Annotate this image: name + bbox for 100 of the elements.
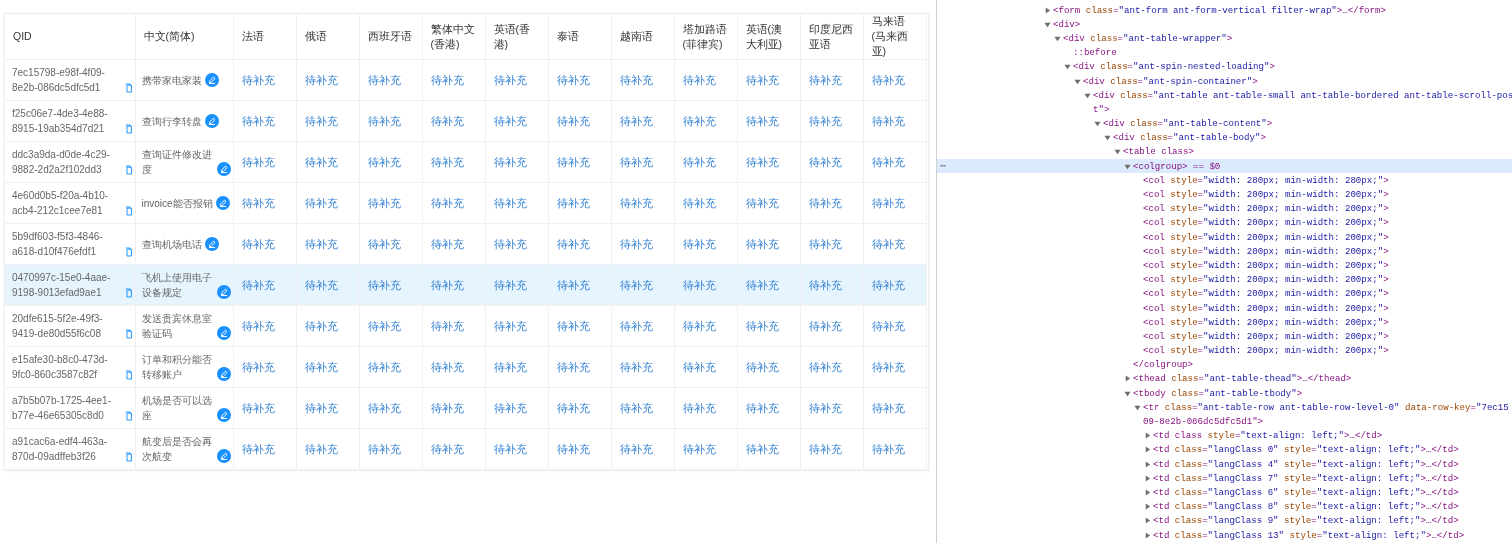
- table-row[interactable]: a7b5b07b-1725-4ee1-b77e-46e65305c8d0 机场是否可以选座 待补充 待补充 待补充 待补充 待补充 待补充 待补充 待补充 待补充 待补充 待补充: [5, 387, 926, 429]
- fill-in-link[interactable]: 待补充: [304, 319, 338, 332]
- html-code-line[interactable]: <td class="langClass 7" style="text-align: left;">…</td>: [1153, 472, 1459, 484]
- table-row[interactable]: 0470997c-15e0-4aae-9198-9013efad9ae1 飞机上使用电子设备规定 待补充 待补充 待补充 待补充 待补充 待补充 待补充 待补充 待补充 待补充 待补充: [5, 264, 926, 306]
- html-code-line[interactable]: <col style="width: 200px; min-width: 200px;">: [1143, 316, 1389, 328]
- fill-in-link[interactable]: 待补充: [808, 237, 842, 250]
- fill-in-link[interactable]: 待补充: [745, 442, 779, 455]
- fill-in-link[interactable]: 待补充: [367, 114, 401, 127]
- html-code-line[interactable]: <form class="ant-form ant-form-vertical filter-wrap">…</form>: [1053, 4, 1386, 16]
- copy-icon[interactable]: [124, 452, 133, 462]
- fill-in-link[interactable]: 待补充: [556, 442, 590, 455]
- fill-in-link[interactable]: 待补充: [871, 237, 905, 250]
- html-code-line[interactable]: ::before: [1073, 47, 1117, 59]
- collapsed-arrow-icon[interactable]: [1144, 503, 1151, 511]
- html-code-line[interactable]: 09-8e2b-086dc5dfc5d1">: [1143, 416, 1264, 428]
- fill-in-link[interactable]: 待补充: [556, 319, 590, 332]
- fill-in-link[interactable]: 待补充: [493, 319, 527, 332]
- fill-in-link[interactable]: 待补充: [808, 73, 842, 86]
- table-row[interactable]: 20dfe615-5f2e-49f3-9419-de80d55f6c08 发送贵宾休息室验证码 待补充 待补充 待补充 待补充 待补充 待补充 待补充 待补充 待补充 待补充 待补充: [5, 305, 926, 347]
- expanded-arrow-icon[interactable]: [1134, 403, 1141, 411]
- fill-in-link[interactable]: 待补充: [871, 155, 905, 168]
- fill-in-link[interactable]: 待补充: [682, 278, 716, 291]
- fill-in-link[interactable]: 待补充: [619, 155, 653, 168]
- html-code-line[interactable]: <td class="langClass 13" style="text-align: left;">…</td>: [1153, 529, 1465, 541]
- fill-in-link[interactable]: 待补充: [304, 114, 338, 127]
- fill-in-link[interactable]: 待补充: [745, 278, 779, 291]
- edit-icon[interactable]: [204, 72, 219, 87]
- fill-in-link[interactable]: 待补充: [745, 73, 779, 86]
- html-code-line[interactable]: <col style="width: 200px; min-width: 200px;">: [1143, 217, 1389, 229]
- copy-icon[interactable]: [124, 83, 133, 93]
- fill-in-link[interactable]: 待补充: [871, 278, 905, 291]
- fill-in-link[interactable]: 待补充: [304, 401, 338, 414]
- fill-in-link[interactable]: 待补充: [241, 237, 275, 250]
- fill-in-link[interactable]: 待补充: [619, 319, 653, 332]
- fill-in-link[interactable]: 待补充: [871, 196, 905, 209]
- fill-in-link[interactable]: 待补充: [430, 196, 464, 209]
- fill-in-link[interactable]: 待补充: [556, 73, 590, 86]
- expanded-arrow-icon[interactable]: [1084, 91, 1091, 99]
- fill-in-link[interactable]: 待补充: [682, 155, 716, 168]
- fill-in-link[interactable]: 待补充: [619, 114, 653, 127]
- html-code-line[interactable]: <col style="width: 200px; min-width: 200px;">: [1143, 274, 1389, 286]
- fill-in-link[interactable]: 待补充: [745, 401, 779, 414]
- fill-in-link[interactable]: 待补充: [493, 401, 527, 414]
- fill-in-link[interactable]: 待补充: [556, 360, 590, 373]
- expanded-arrow-icon[interactable]: [1064, 63, 1071, 71]
- fill-in-link[interactable]: 待补充: [367, 196, 401, 209]
- html-code-line[interactable]: <td class="langClass 6" style="text-align: left;">…</td>: [1153, 486, 1459, 498]
- fill-in-link[interactable]: 待补充: [745, 319, 779, 332]
- fill-in-link[interactable]: 待补充: [619, 237, 653, 250]
- collapsed-arrow-icon[interactable]: [1144, 446, 1151, 454]
- fill-in-link[interactable]: 待补充: [304, 278, 338, 291]
- html-code-line[interactable]: <col style="width: 200px; min-width: 200px;">: [1143, 330, 1389, 342]
- html-code-line[interactable]: <div class="ant-table-content">: [1103, 118, 1273, 130]
- table-row[interactable]: 4e60d0b5-f20a-4b10-acb4-212c1cee7e81 invoice能否报销 待补充 待补充 待补充 待补充 待补充 待补充 待补充 待补充 待补充 待补充 待补充: [5, 182, 926, 224]
- copy-icon[interactable]: [124, 165, 133, 175]
- fill-in-link[interactable]: 待补充: [241, 114, 275, 127]
- fill-in-link[interactable]: 待补充: [556, 114, 590, 127]
- fill-in-link[interactable]: 待补充: [430, 360, 464, 373]
- fill-in-link[interactable]: 待补充: [430, 278, 464, 291]
- fill-in-link[interactable]: 待补充: [808, 278, 842, 291]
- edit-icon[interactable]: [216, 408, 231, 422]
- fill-in-link[interactable]: 待补充: [619, 442, 653, 455]
- html-code-line[interactable]: <col style="width: 200px; min-width: 200px;">: [1143, 288, 1389, 300]
- fill-in-link[interactable]: 待补充: [241, 73, 275, 86]
- edit-icon[interactable]: [215, 195, 230, 210]
- fill-in-link[interactable]: 待补充: [430, 237, 464, 250]
- edit-icon[interactable]: [204, 113, 219, 128]
- fill-in-link[interactable]: 待补充: [808, 114, 842, 127]
- fill-in-link[interactable]: 待补充: [871, 114, 905, 127]
- html-code-line[interactable]: <col style="width: 200px; min-width: 200px;">: [1143, 189, 1389, 201]
- html-code-line[interactable]: <div>: [1053, 18, 1081, 30]
- fill-in-link[interactable]: 待补充: [304, 196, 338, 209]
- fill-in-link[interactable]: 待补充: [808, 196, 842, 209]
- fill-in-link[interactable]: 待补充: [619, 360, 653, 373]
- fill-in-link[interactable]: 待补充: [241, 196, 275, 209]
- html-code-line[interactable]: <tbody class="ant-table-tbody">: [1133, 387, 1303, 399]
- fill-in-link[interactable]: 待补充: [745, 196, 779, 209]
- fill-in-link[interactable]: 待补充: [682, 360, 716, 373]
- fill-in-link[interactable]: 待补充: [682, 196, 716, 209]
- fill-in-link[interactable]: 待补充: [808, 401, 842, 414]
- fill-in-link[interactable]: 待补充: [871, 360, 905, 373]
- edit-icon[interactable]: [216, 326, 231, 340]
- fill-in-link[interactable]: 待补充: [367, 319, 401, 332]
- fill-in-link[interactable]: 待补充: [619, 278, 653, 291]
- collapsed-arrow-icon[interactable]: [1044, 6, 1051, 14]
- expanded-arrow-icon[interactable]: [1104, 134, 1111, 142]
- html-code-line[interactable]: <div class="ant-spin-container">: [1083, 75, 1258, 87]
- html-code-line[interactable]: <colgroup> == $0: [1133, 160, 1221, 172]
- fill-in-link[interactable]: 待补充: [367, 155, 401, 168]
- fill-in-link[interactable]: 待补充: [493, 237, 527, 250]
- fill-in-link[interactable]: 待补充: [682, 237, 716, 250]
- fill-in-link[interactable]: 待补充: [367, 401, 401, 414]
- expanded-arrow-icon[interactable]: [1124, 389, 1131, 397]
- collapsed-arrow-icon[interactable]: [1144, 531, 1151, 539]
- fill-in-link[interactable]: 待补充: [682, 401, 716, 414]
- fill-in-link[interactable]: 待补充: [745, 237, 779, 250]
- expanded-arrow-icon[interactable]: [1054, 34, 1061, 42]
- expanded-arrow-icon[interactable]: [1114, 148, 1121, 156]
- fill-in-link[interactable]: 待补充: [682, 442, 716, 455]
- fill-in-link[interactable]: 待补充: [871, 73, 905, 86]
